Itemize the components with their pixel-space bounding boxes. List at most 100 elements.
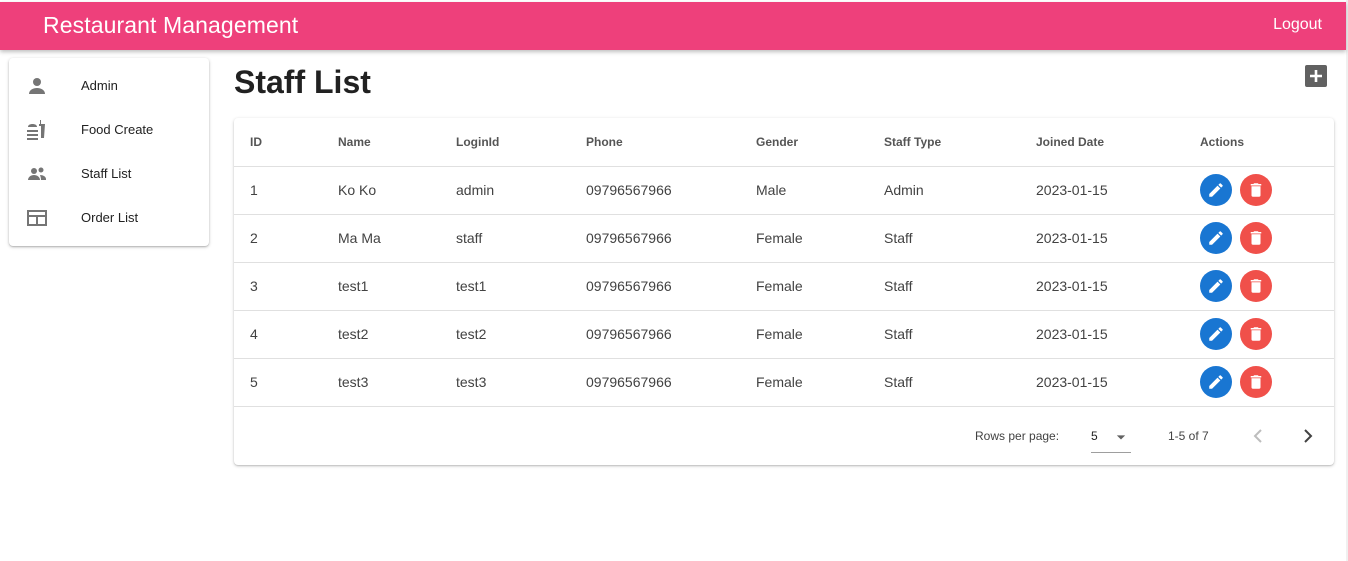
cell-id: 5 [234, 358, 322, 407]
cell-joined: 2023-01-15 [1020, 310, 1184, 359]
cell-gender: Female [740, 262, 868, 311]
trash-icon [1250, 375, 1262, 389]
table-header-row: ID Name LoginId Phone Gender Staff Type … [234, 118, 1334, 167]
trash-icon [1250, 183, 1262, 197]
cell-phone: 09796567966 [570, 262, 740, 311]
cell-name: Ko Ko [322, 166, 440, 215]
cell-name: test2 [322, 310, 440, 359]
column-header: Phone [570, 118, 740, 167]
pencil-icon [1209, 327, 1223, 341]
trash-icon [1250, 327, 1262, 341]
column-header: Name [322, 118, 440, 167]
sidebar-item-food-create[interactable]: Food Create [9, 108, 209, 152]
cell-id: 2 [234, 214, 322, 263]
cell-id: 1 [234, 166, 322, 215]
table-row: 4 test2 test2 09796567966 Female Staff 2… [234, 310, 1334, 359]
pagination-range: 1-5 of 7 [1168, 429, 1209, 443]
cell-type: Staff [868, 214, 1020, 263]
rows-per-page-label: Rows per page: [975, 429, 1060, 443]
column-header: Joined Date [1020, 118, 1184, 167]
column-header: ID [234, 118, 322, 167]
edit-button[interactable] [1200, 270, 1232, 302]
column-header: Gender [740, 118, 868, 167]
column-header: Staff Type [868, 118, 1020, 167]
pencil-icon [1209, 279, 1223, 293]
delete-button[interactable] [1240, 174, 1272, 206]
sidebar-item-admin[interactable]: Admin [9, 64, 209, 108]
logout-button[interactable]: Logout [1273, 16, 1322, 34]
cell-login: test1 [440, 262, 570, 311]
chevron-left-icon[interactable] [1246, 424, 1270, 448]
rows-per-page-select[interactable]: 5 [1091, 421, 1131, 453]
cell-login: staff [440, 214, 570, 263]
staff-table: ID Name LoginId Phone Gender Staff Type … [234, 118, 1334, 407]
cell-actions [1184, 262, 1334, 311]
caret-down-icon [1116, 435, 1126, 440]
trash-icon [1250, 231, 1262, 245]
pencil-icon [1209, 183, 1223, 197]
table-row: 2 Ma Ma staff 09796567966 Female Staff 2… [234, 214, 1334, 263]
edit-button[interactable] [1200, 318, 1232, 350]
page-title: Staff List [234, 64, 371, 100]
cell-login: test2 [440, 310, 570, 359]
rows-per-page-value: 5 [1091, 429, 1098, 443]
cell-type: Staff [868, 310, 1020, 359]
pencil-icon [1209, 375, 1223, 389]
staff-table-card: ID Name LoginId Phone Gender Staff Type … [234, 118, 1334, 465]
delete-button[interactable] [1240, 366, 1272, 398]
cell-name: Ma Ma [322, 214, 440, 263]
cell-name: test3 [322, 358, 440, 407]
sidebar-item-label: Staff List [81, 166, 132, 181]
table-row: 5 test3 test3 09796567966 Female Staff 2… [234, 358, 1334, 407]
delete-button[interactable] [1240, 222, 1272, 254]
cell-gender: Female [740, 214, 868, 263]
cell-login: admin [440, 166, 570, 215]
cell-gender: Male [740, 166, 868, 215]
column-header: LoginId [440, 118, 570, 167]
chevron-right-icon[interactable] [1296, 424, 1320, 448]
app-bar: Restaurant Management Logout [0, 2, 1346, 50]
delete-button[interactable] [1240, 318, 1272, 350]
column-header: Actions [1184, 118, 1334, 167]
cell-actions [1184, 358, 1334, 407]
sidebar-item-order-list[interactable]: Order List [9, 196, 209, 240]
cell-id: 4 [234, 310, 322, 359]
person-icon [29, 78, 45, 94]
cell-id: 3 [234, 262, 322, 311]
cell-actions [1184, 166, 1334, 215]
cell-joined: 2023-01-15 [1020, 214, 1184, 263]
trash-icon [1250, 279, 1262, 293]
sidebar-item-label: Food Create [81, 122, 154, 137]
cell-phone: 09796567966 [570, 166, 740, 215]
table-row: 3 test1 test1 09796567966 Female Staff 2… [234, 262, 1334, 311]
cell-actions [1184, 214, 1334, 263]
sidebar: Admin Food Create Staff List Order List [9, 58, 209, 246]
cell-login: test3 [440, 358, 570, 407]
cell-joined: 2023-01-15 [1020, 358, 1184, 407]
cell-name: test1 [322, 262, 440, 311]
fastfood-icon [27, 120, 45, 140]
cell-phone: 09796567966 [570, 214, 740, 263]
app-title: Restaurant Management [43, 12, 299, 38]
delete-button[interactable] [1240, 270, 1272, 302]
cell-phone: 09796567966 [570, 310, 740, 359]
cell-type: Admin [868, 166, 1020, 215]
sidebar-item-label: Admin [81, 78, 118, 93]
sidebar-item-label: Order List [81, 210, 139, 225]
cell-phone: 09796567966 [570, 358, 740, 407]
people-icon [28, 167, 46, 180]
cell-actions [1184, 310, 1334, 359]
pencil-icon [1209, 231, 1223, 245]
edit-button[interactable] [1200, 174, 1232, 206]
cell-joined: 2023-01-15 [1020, 262, 1184, 311]
table-row: 1 Ko Ko admin 09796567966 Male Admin 202… [234, 166, 1334, 215]
add-box-icon[interactable] [1304, 64, 1328, 88]
sidebar-item-staff-list[interactable]: Staff List [9, 152, 209, 196]
edit-button[interactable] [1200, 366, 1232, 398]
table-icon [27, 210, 47, 226]
cell-type: Staff [868, 262, 1020, 311]
cell-type: Staff [868, 358, 1020, 407]
cell-gender: Female [740, 310, 868, 359]
edit-button[interactable] [1200, 222, 1232, 254]
cell-gender: Female [740, 358, 868, 407]
